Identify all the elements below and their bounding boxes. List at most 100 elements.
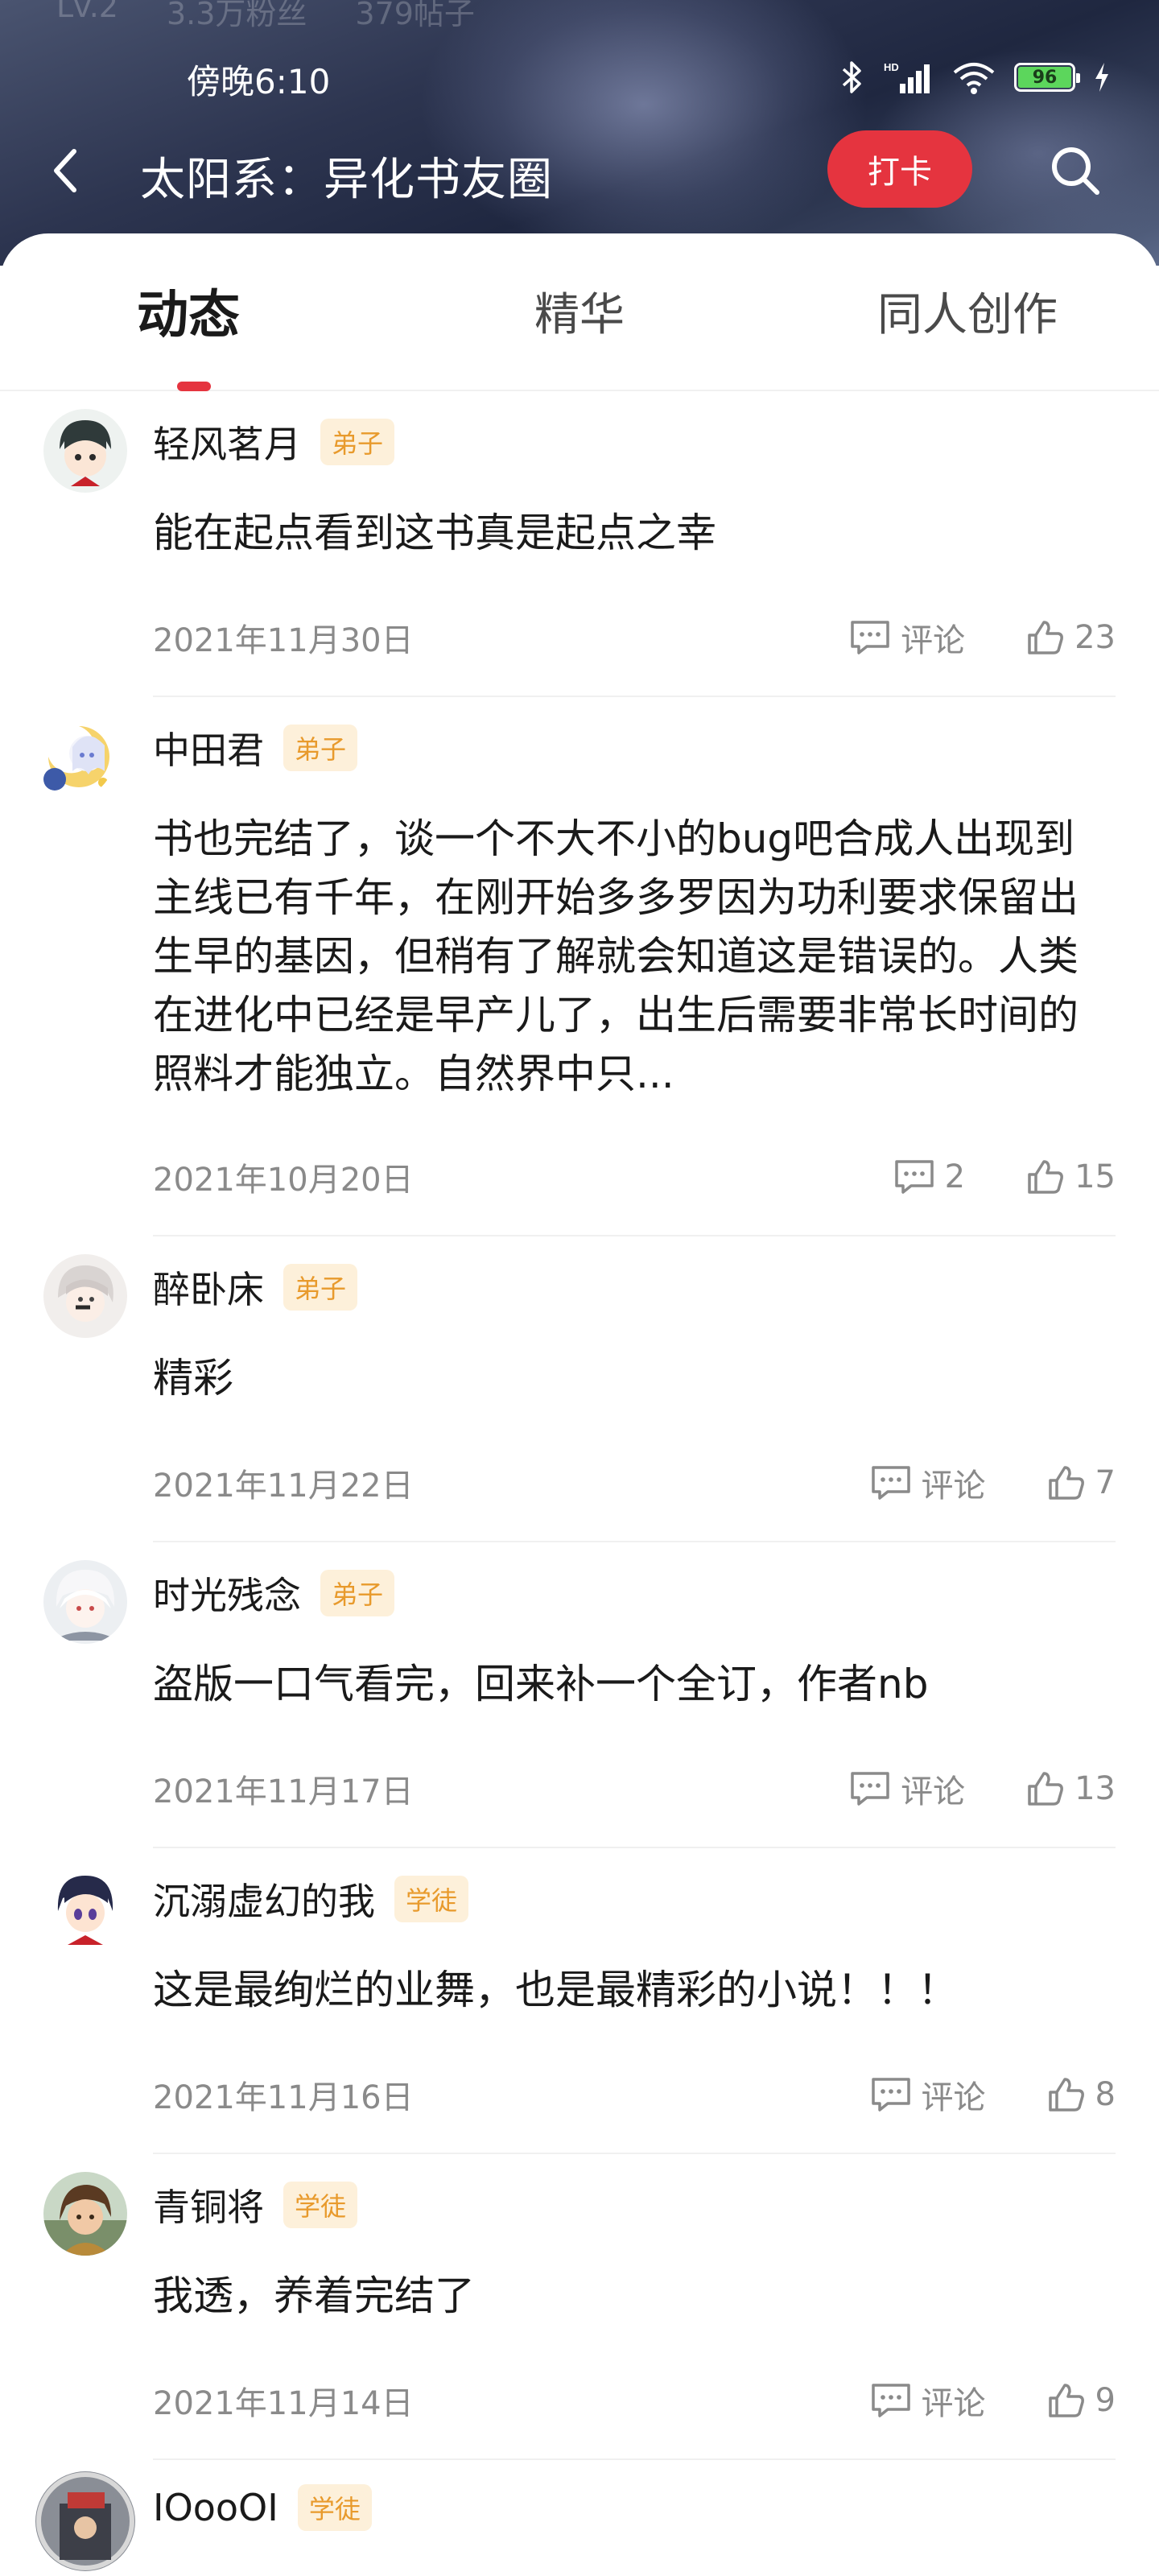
avatar[interactable]: [43, 1254, 127, 1338]
tab-fan-creations[interactable]: 同人创作: [877, 279, 1058, 344]
thumbs-up-icon: [1048, 2384, 1084, 2417]
username[interactable]: 青铜将: [153, 2178, 264, 2231]
rank-badge: 学徒: [297, 2484, 372, 2531]
post-content[interactable]: 我透，养着完结了: [153, 2267, 1111, 2326]
tab-featured[interactable]: 精华: [534, 279, 625, 344]
tab-bar: 动态 精华 同人创作: [0, 233, 1159, 391]
thumbs-up-icon: [1028, 621, 1063, 654]
community-header-banner: Lv.2 3.3万粉丝 379帖子 傍晚6:10 HD 96 太阳系：异化书友圈…: [0, 0, 1159, 266]
fans-stat: 3.3万粉丝: [166, 0, 307, 31]
search-icon: [1052, 147, 1099, 195]
comment-button[interactable]: 评论: [870, 1459, 986, 1506]
like-count: 9: [1095, 2382, 1116, 2419]
post-item[interactable]: 中田君 弟子 书也完结了，谈一个不大不小的bug吧合成人出现到主线已有千年，在刚…: [0, 697, 1159, 1236]
post-date: 2021年11月22日: [153, 1468, 414, 1505]
posts-stat: 379帖子: [355, 0, 475, 31]
wifi-icon: [953, 63, 995, 94]
post-date: 2021年11月17日: [153, 1773, 414, 1810]
post-feed: 轻风茗月 弟子 能在起点看到这书真是起点之幸 2021年11月30日 评论 23: [0, 391, 1159, 2576]
avatar[interactable]: [43, 1866, 127, 1950]
rank-badge: 弟子: [320, 419, 395, 465]
post-item[interactable]: 青铜将 学徒 我透，养着完结了 2021年11月14日 评论 9: [0, 2154, 1159, 2460]
avatar[interactable]: [43, 409, 127, 493]
post-date: 2021年11月14日: [153, 2385, 414, 2422]
checkin-button[interactable]: 打卡: [827, 130, 972, 208]
post-item[interactable]: 轻风茗月 弟子 能在起点看到这书真是起点之幸 2021年11月30日 评论 23: [0, 391, 1159, 697]
post-meta: 2021年11月17日 评论 13: [153, 1765, 1116, 1813]
rank-badge: 弟子: [320, 1570, 395, 1616]
username[interactable]: 醉卧床: [153, 1261, 264, 1314]
like-count: 23: [1074, 619, 1116, 656]
tab-dynamics[interactable]: 动态: [137, 274, 240, 348]
comment-count: 评论: [921, 1468, 986, 1505]
avatar[interactable]: [35, 2471, 135, 2571]
post-item[interactable]: IOooOI 学徒: [0, 2460, 1159, 2576]
comment-count: 评论: [921, 2385, 986, 2422]
post-item[interactable]: 醉卧床 弟子 精彩 2021年11月22日 评论 7: [0, 1236, 1159, 1542]
post-content[interactable]: 能在起点看到这书真是起点之幸: [153, 504, 1111, 563]
comment-count: 评论: [921, 2079, 986, 2116]
battery-indicator: 96: [1014, 63, 1080, 92]
like-button[interactable]: 7: [1047, 1464, 1116, 1501]
community-stats: Lv.2 3.3万粉丝 379帖子: [56, 0, 475, 33]
post-content[interactable]: 精彩: [153, 1349, 1111, 1408]
content-sheet: 动态 精华 同人创作 轻风茗月 弟子 能在起点看到这书真是起点之幸 2021年1…: [0, 233, 1159, 2576]
like-button[interactable]: 15: [1026, 1158, 1116, 1195]
comment-icon: [894, 1160, 934, 1194]
like-button[interactable]: 9: [1047, 2382, 1116, 2419]
comment-button[interactable]: 评论: [870, 2377, 986, 2424]
comment-button[interactable]: 评论: [849, 1765, 965, 1812]
post-meta: 2021年11月30日 评论 23: [153, 613, 1116, 662]
thumbs-up-icon: [1048, 2078, 1084, 2112]
comment-button[interactable]: 评论: [849, 614, 965, 661]
thumbs-up-icon: [1028, 1772, 1063, 1806]
rank-badge: 学徒: [394, 1876, 469, 1922]
username[interactable]: 轻风茗月: [153, 415, 301, 469]
post-content[interactable]: 这是最绚烂的业舞，也是最精彩的小说！！！: [153, 1961, 1111, 2020]
post-content[interactable]: 盗版一口气看完，回来补一个全订，作者nb: [153, 1655, 1111, 1714]
username[interactable]: 沉溺虚幻的我: [153, 1872, 375, 1926]
comment-button[interactable]: 评论: [870, 2071, 986, 2118]
comment-icon: [871, 2384, 910, 2417]
status-icons: HD 96: [840, 60, 1111, 95]
username[interactable]: IOooOI: [153, 2486, 278, 2529]
post-item[interactable]: 时光残念 弟子 盗版一口气看完，回来补一个全订，作者nb 2021年11月17日…: [0, 1542, 1159, 1848]
comment-button[interactable]: 2: [893, 1158, 965, 1195]
rank-badge: 学徒: [283, 2182, 358, 2228]
post-date: 2021年10月20日: [153, 1162, 414, 1199]
chevron-left-icon: [54, 149, 76, 192]
level-stat: Lv.2: [56, 0, 118, 24]
comment-icon: [851, 1772, 889, 1806]
svg-text:HD: HD: [884, 61, 899, 73]
back-button[interactable]: [40, 145, 92, 196]
like-count: 13: [1074, 1770, 1116, 1807]
status-time: 傍晚6:10: [187, 62, 331, 101]
like-button[interactable]: 13: [1026, 1770, 1116, 1807]
username[interactable]: 中田君: [153, 721, 264, 774]
like-button[interactable]: 8: [1047, 2076, 1116, 2113]
post-meta: 2021年11月14日 评论 9: [153, 2376, 1116, 2425]
comment-count: 2: [944, 1158, 966, 1195]
post-content[interactable]: 书也完结了，谈一个不大不小的bug吧合成人出现到主线已有千年，在刚开始多多罗因为…: [153, 810, 1111, 1104]
post-meta: 2021年11月16日 评论 8: [153, 2070, 1116, 2119]
post-meta: 2021年10月20日 2 15: [153, 1153, 1116, 1201]
like-count: 15: [1074, 1158, 1116, 1195]
comment-count: 评论: [901, 622, 966, 659]
active-tab-indicator: [177, 382, 211, 391]
page-title: 太阳系：异化书友圈: [140, 154, 553, 206]
avatar[interactable]: [31, 715, 114, 799]
like-count: 8: [1095, 2076, 1116, 2113]
rank-badge: 弟子: [283, 1264, 358, 1311]
thumbs-up-icon: [1028, 1160, 1063, 1194]
avatar[interactable]: [43, 2172, 127, 2256]
comment-icon: [851, 621, 889, 654]
like-button[interactable]: 23: [1026, 619, 1116, 656]
search-button[interactable]: [1046, 142, 1104, 200]
bluetooth-icon: [842, 61, 861, 93]
post-date: 2021年11月30日: [153, 622, 414, 659]
post-item[interactable]: 沉溺虚幻的我 学徒 这是最绚烂的业舞，也是最精彩的小说！！！ 2021年11月1…: [0, 1848, 1159, 2154]
comment-icon: [871, 2078, 910, 2112]
avatar[interactable]: [43, 1560, 127, 1644]
charging-icon: [1095, 63, 1108, 92]
username[interactable]: 时光残念: [153, 1567, 301, 1620]
